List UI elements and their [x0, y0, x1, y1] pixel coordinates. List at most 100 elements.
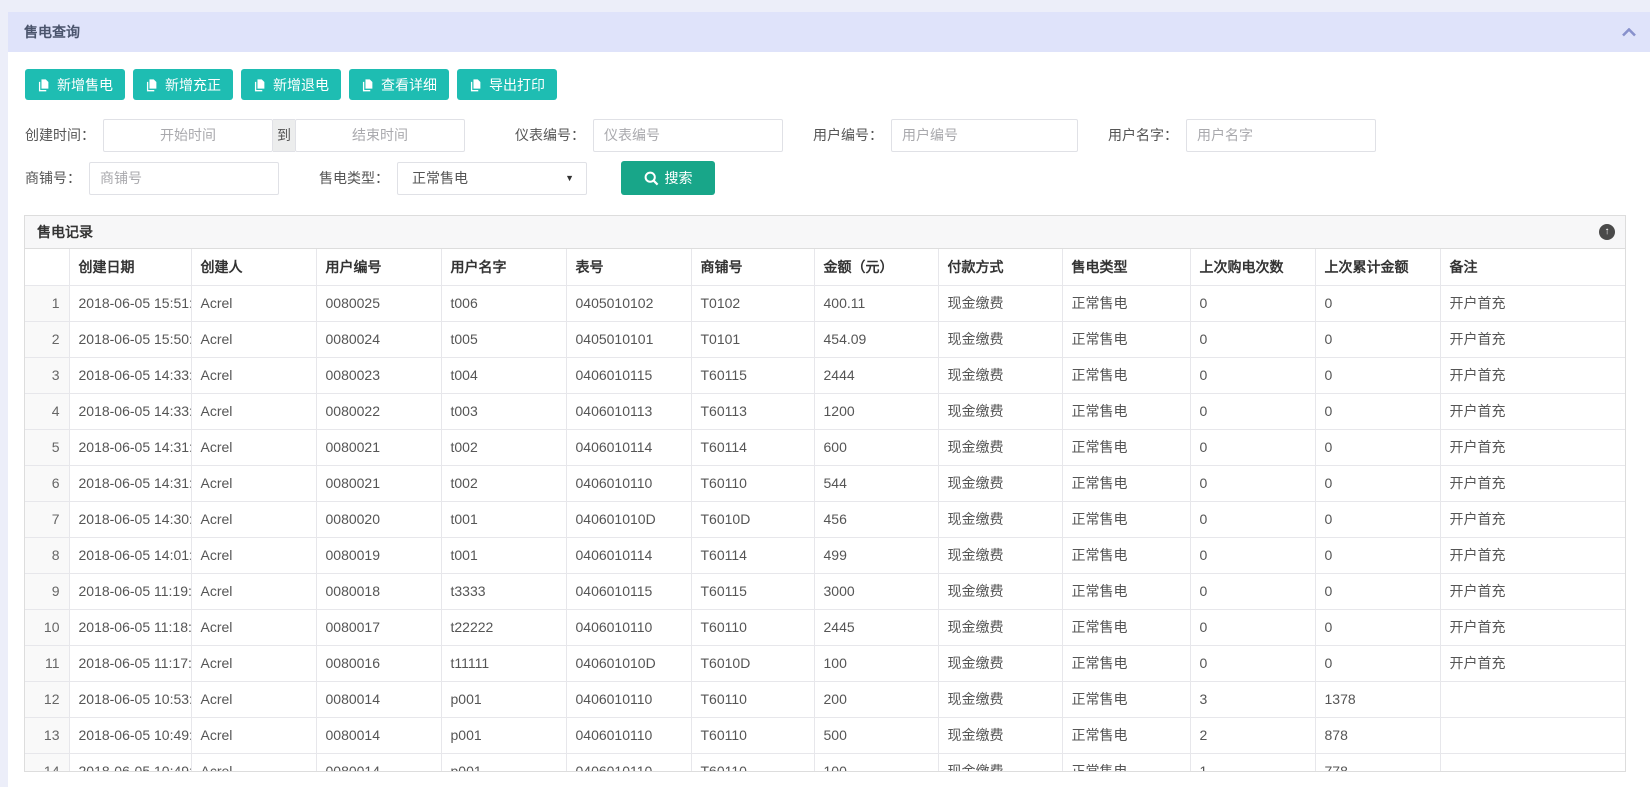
cell-remark: 开户首充	[1440, 645, 1625, 681]
toolbar-button-3[interactable]: 新增退电	[241, 69, 341, 100]
cell-shop-no: T0102	[691, 285, 814, 321]
cell-last-count: 0	[1190, 393, 1315, 429]
cell-shop-no: T60115	[691, 573, 814, 609]
cell-user-name: t22222	[441, 609, 566, 645]
cell-last-total: 0	[1315, 429, 1440, 465]
cell-pay-method: 现金缴费	[938, 393, 1062, 429]
cell-shop-no: T60110	[691, 609, 814, 645]
cell-index: 8	[25, 537, 69, 573]
cell-amount: 200	[814, 681, 938, 717]
table-row[interactable]: 12018-06-05 15:51:1Acrel0080025t00604050…	[25, 285, 1625, 321]
cell-remark: 开户首充	[1440, 537, 1625, 573]
cell-user-name: t003	[441, 393, 566, 429]
cell-last-total: 0	[1315, 285, 1440, 321]
table-row[interactable]: 122018-06-05 10:53:0Acrel0080014p0010406…	[25, 681, 1625, 717]
cell-last-total: 878	[1315, 717, 1440, 753]
cell-amount: 3000	[814, 573, 938, 609]
cell-shop-no: T60114	[691, 537, 814, 573]
cell-creator: Acrel	[191, 681, 316, 717]
cell-sale-type: 正常售电	[1062, 645, 1190, 681]
meter-no-input[interactable]	[593, 119, 783, 152]
table-row[interactable]: 22018-06-05 15:50:1Acrel0080024t00504050…	[25, 321, 1625, 357]
toolbar-button-2[interactable]: 新增充正	[133, 69, 233, 100]
cell-last-count: 0	[1190, 537, 1315, 573]
cell-meter-no: 0406010110	[566, 717, 691, 753]
cell-pay-method: 现金缴费	[938, 753, 1062, 771]
cell-remark: 开户首充	[1440, 573, 1625, 609]
toolbar-button-4[interactable]: 查看详细	[349, 69, 449, 100]
column-header-shop-no: 商铺号	[691, 249, 814, 285]
cell-create-date: 2018-06-05 10:49:0	[69, 753, 191, 771]
start-time-input[interactable]	[103, 119, 273, 152]
table-header-row: 创建日期创建人用户编号用户名字表号商铺号金额（元）付款方式售电类型上次购电次数上…	[25, 249, 1625, 285]
cell-creator: Acrel	[191, 645, 316, 681]
cell-create-date: 2018-06-05 11:18:4	[69, 609, 191, 645]
user-no-input[interactable]	[891, 119, 1078, 152]
shop-no-input[interactable]	[89, 162, 279, 195]
cell-create-date: 2018-06-05 11:17:5	[69, 645, 191, 681]
cell-meter-no: 0406010115	[566, 357, 691, 393]
cell-last-total: 0	[1315, 573, 1440, 609]
cell-remark	[1440, 681, 1625, 717]
table-row[interactable]: 82018-06-05 14:01:3Acrel0080019t00104060…	[25, 537, 1625, 573]
cell-pay-method: 现金缴费	[938, 645, 1062, 681]
table-row[interactable]: 72018-06-05 14:30:1Acrel0080020t00104060…	[25, 501, 1625, 537]
cell-creator: Acrel	[191, 429, 316, 465]
cell-amount: 499	[814, 537, 938, 573]
cell-user-name: p001	[441, 717, 566, 753]
toolbar-button-1[interactable]: 新增售电	[25, 69, 125, 100]
cell-user-no: 0080023	[316, 357, 441, 393]
cell-last-total: 0	[1315, 321, 1440, 357]
table-row[interactable]: 32018-06-05 14:33:2Acrel0080023t00404060…	[25, 357, 1625, 393]
cell-pay-method: 现金缴费	[938, 465, 1062, 501]
chevron-up-icon[interactable]	[1622, 28, 1636, 37]
cell-amount: 400.11	[814, 285, 938, 321]
cell-meter-no: 0406010115	[566, 573, 691, 609]
cell-last-count: 0	[1190, 429, 1315, 465]
cell-amount: 456	[814, 501, 938, 537]
cell-shop-no: T6010D	[691, 645, 814, 681]
cell-create-date: 2018-06-05 15:51:1	[69, 285, 191, 321]
cell-shop-no: T0101	[691, 321, 814, 357]
sale-type-select[interactable]: 正常售电 ▼	[397, 162, 587, 195]
chevron-down-icon: ▼	[565, 173, 574, 183]
table-row[interactable]: 112018-06-05 11:17:5Acrel0080016t1111104…	[25, 645, 1625, 681]
cell-index: 10	[25, 609, 69, 645]
sale-type-value: 正常售电	[412, 168, 565, 188]
table-row[interactable]: 132018-06-05 10:49:5Acrel0080014p0010406…	[25, 717, 1625, 753]
cell-creator: Acrel	[191, 357, 316, 393]
cell-user-name: t005	[441, 321, 566, 357]
table-row[interactable]: 92018-06-05 11:19:0Acrel0080018t33330406…	[25, 573, 1625, 609]
cell-pay-method: 现金缴费	[938, 429, 1062, 465]
filter-area: 创建时间： 到 仪表编号： 用户编号： 用户名字： 商铺号： 售电类型： 正常售…	[8, 100, 1650, 195]
file-copy-icon	[361, 78, 374, 92]
cell-index: 1	[25, 285, 69, 321]
toolbar-button-5[interactable]: 导出打印	[457, 69, 557, 100]
search-button[interactable]: 搜索	[621, 161, 715, 195]
user-name-input[interactable]	[1186, 119, 1376, 152]
column-header-remark: 备注	[1440, 249, 1625, 285]
cell-pay-method: 现金缴费	[938, 285, 1062, 321]
toolbar: 新增售电新增充正新增退电查看详细导出打印	[8, 52, 1650, 100]
cell-meter-no: 040601010D	[566, 501, 691, 537]
cell-sale-type: 正常售电	[1062, 609, 1190, 645]
table-row[interactable]: 42018-06-05 14:33:0Acrel0080022t00304060…	[25, 393, 1625, 429]
cell-user-name: t001	[441, 501, 566, 537]
meter-no-label: 仪表编号：	[515, 125, 585, 145]
cell-create-date: 2018-06-05 10:49:5	[69, 717, 191, 753]
cell-user-no: 0080017	[316, 609, 441, 645]
cell-index: 12	[25, 681, 69, 717]
cell-create-date: 2018-06-05 10:53:0	[69, 681, 191, 717]
cell-index: 3	[25, 357, 69, 393]
cell-pay-method: 现金缴费	[938, 357, 1062, 393]
cell-last-count: 0	[1190, 501, 1315, 537]
end-time-input[interactable]	[295, 119, 465, 152]
table-row[interactable]: 52018-06-05 14:31:3Acrel0080021t00204060…	[25, 429, 1625, 465]
table-row[interactable]: 102018-06-05 11:18:4Acrel0080017t2222204…	[25, 609, 1625, 645]
collapse-up-icon[interactable]: ↑	[1599, 224, 1615, 240]
table-row[interactable]: 142018-06-05 10:49:0Acrel0080014p0010406…	[25, 753, 1625, 771]
cell-last-count: 2	[1190, 717, 1315, 753]
column-header-create-date: 创建日期	[69, 249, 191, 285]
cell-index: 11	[25, 645, 69, 681]
table-row[interactable]: 62018-06-05 14:31:3Acrel0080021t00204060…	[25, 465, 1625, 501]
